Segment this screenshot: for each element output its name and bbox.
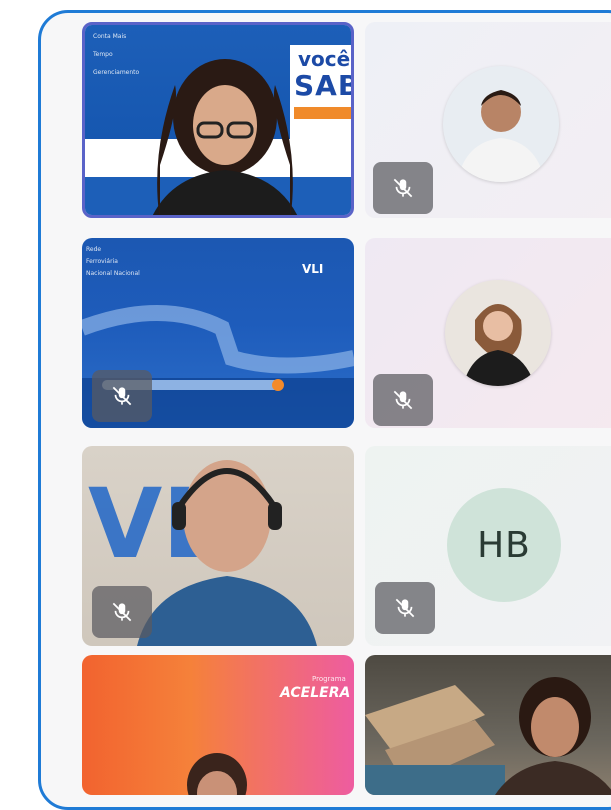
slide-text: Tempo <box>93 51 113 58</box>
participant-tile-p2[interactable] <box>365 22 611 218</box>
mute-badge <box>373 162 433 214</box>
participant-tile-p8[interactable] <box>365 655 611 795</box>
mute-badge <box>92 370 152 422</box>
avatar <box>445 280 551 386</box>
participant-tile-p1[interactable]: Conta Mais Tempo Gerenciamento você SAB <box>82 22 354 218</box>
participant-video-silhouette <box>495 677 611 795</box>
participant-tile-p3[interactable]: Rede Ferroviária Nacional Nacional VLI <box>82 238 354 428</box>
participant-tile-p7[interactable]: Programa ACELERA <box>82 655 354 795</box>
mute-badge <box>375 582 435 634</box>
microphone-off-icon <box>393 178 413 198</box>
slide-text: Nacional Nacional <box>86 270 140 277</box>
slide-text: Ferroviária <box>86 258 118 265</box>
participant-tile-p5[interactable]: VLI <box>82 446 354 646</box>
mute-badge <box>373 374 433 426</box>
microphone-off-icon <box>112 386 132 406</box>
promo-label: Programa <box>312 675 346 683</box>
slide-text: Rede <box>86 246 102 253</box>
avatar <box>443 66 559 182</box>
microphone-off-icon <box>112 602 132 622</box>
participant-video-silhouette <box>187 753 247 795</box>
avatar-initials: HB <box>447 488 561 602</box>
participant-video-silhouette <box>152 59 298 215</box>
participant-video-silhouette <box>137 460 317 646</box>
brand-logo: VLI <box>302 262 324 276</box>
microphone-off-icon <box>393 390 413 410</box>
slide-text: Gerenciamento <box>93 69 140 76</box>
participant-tile-p4[interactable] <box>365 238 611 428</box>
mute-badge <box>92 586 152 638</box>
participant-tile-p6[interactable]: HB <box>365 446 611 646</box>
slide-text: Conta Mais <box>93 33 127 40</box>
microphone-off-icon <box>395 598 415 618</box>
promo-title: ACELERA <box>280 685 351 701</box>
